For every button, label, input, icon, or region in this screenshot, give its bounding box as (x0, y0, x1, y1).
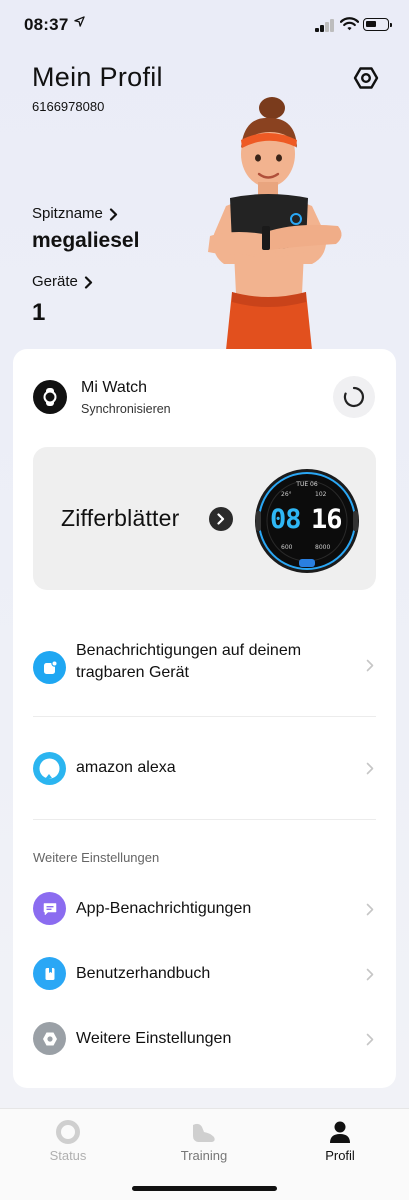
chevron-right-icon (366, 659, 374, 672)
section-header-more-settings: Weitere Einstellungen (33, 850, 160, 865)
watchfaces-title: Zifferblätter (61, 505, 180, 531)
device-status: Synchronisieren (81, 402, 171, 416)
alexa-row[interactable]: amazon alexa (13, 745, 396, 793)
cellular-signal-icon (315, 18, 335, 32)
chevron-right-icon (366, 1033, 374, 1046)
shoe-icon (193, 1123, 215, 1142)
user-manual-label: Benutzerhandbuch (76, 965, 211, 982)
devices-label: Geräte (32, 273, 78, 290)
divider (33, 819, 376, 820)
preview-steps: 8000 (315, 544, 331, 551)
preview-date: TUE 06 (296, 481, 318, 488)
nickname-value: megaliesel (32, 229, 140, 252)
preview-time-hours: 08 (270, 504, 302, 535)
chevron-right-icon (84, 275, 92, 289)
nickname-label: Spitzname (32, 205, 103, 222)
device-name: Mi Watch (81, 379, 148, 396)
ring-status-icon (56, 1120, 80, 1144)
preview-time-minutes: 16 (311, 504, 343, 535)
user-manual-row[interactable]: Benutzerhandbuch (13, 954, 396, 994)
location-arrow-icon (74, 16, 85, 27)
watchfaces-card[interactable]: Zifferblätter TUE 06 26° 102 08 16 600 8… (33, 447, 376, 590)
home-indicator (132, 1186, 277, 1191)
preview-heart-rate: 102 (315, 491, 327, 498)
preview-temperature: 26° (281, 491, 292, 498)
chevron-right-icon (366, 968, 374, 981)
wearable-notifications-row[interactable]: Benachrichtigungen auf deinem tragbaren … (13, 629, 396, 719)
tab-profile-label: Profil (325, 1148, 355, 1163)
status-time: 08:37 (24, 15, 69, 34)
tab-profile[interactable]: Profil (272, 1109, 408, 1179)
battery-icon (363, 18, 392, 31)
tab-status-label: Status (49, 1148, 87, 1163)
settings-button[interactable] (352, 64, 380, 92)
loading-spinner-icon (343, 386, 365, 408)
devices-count: 1 (32, 299, 46, 326)
main-card: Mi Watch Synchronisieren Zifferblätter T… (13, 349, 396, 1088)
app-notifications-row[interactable]: App-Benachrichtigungen (13, 889, 396, 929)
chevron-right-icon (366, 903, 374, 916)
alexa-label: amazon alexa (76, 759, 176, 776)
user-id: 6166978080 (32, 99, 105, 114)
avatar-illustration (208, 97, 342, 350)
watch-icon (33, 380, 67, 414)
nickname-link[interactable]: Spitzname (32, 205, 118, 222)
tab-training[interactable]: Training (136, 1109, 272, 1179)
device-row[interactable]: Mi Watch Synchronisieren (13, 349, 396, 439)
app-notifications-label: App-Benachrichtigungen (76, 900, 252, 917)
arrow-right-circle-icon (209, 507, 233, 531)
chat-bubble-icon (33, 892, 66, 925)
sync-button[interactable] (333, 376, 375, 418)
person-icon (330, 1121, 350, 1143)
chevron-right-icon (366, 762, 374, 775)
tab-training-label: Training (180, 1148, 228, 1163)
hexagon-settings-icon (353, 67, 379, 89)
status-bar: 08:37 (0, 0, 409, 50)
page-title: Mein Profil (32, 62, 163, 92)
notification-bell-icon (33, 651, 66, 684)
tab-status[interactable]: Status (0, 1109, 136, 1179)
book-icon (33, 957, 66, 990)
more-settings-row[interactable]: Weitere Einstellungen (13, 1019, 396, 1059)
devices-link[interactable]: Geräte (32, 273, 93, 290)
more-settings-label: Weitere Einstellungen (76, 1030, 232, 1047)
preview-calories: 600 (281, 544, 293, 551)
watchface-preview: TUE 06 26° 102 08 16 600 8000 (253, 467, 361, 575)
wifi-icon (340, 17, 359, 31)
chevron-right-icon (109, 207, 117, 221)
divider (33, 716, 376, 717)
wearable-notifications-label: Benachrichtigungen auf deinem tragbaren … (76, 642, 302, 681)
alexa-icon (33, 752, 66, 785)
gear-icon (33, 1022, 66, 1055)
